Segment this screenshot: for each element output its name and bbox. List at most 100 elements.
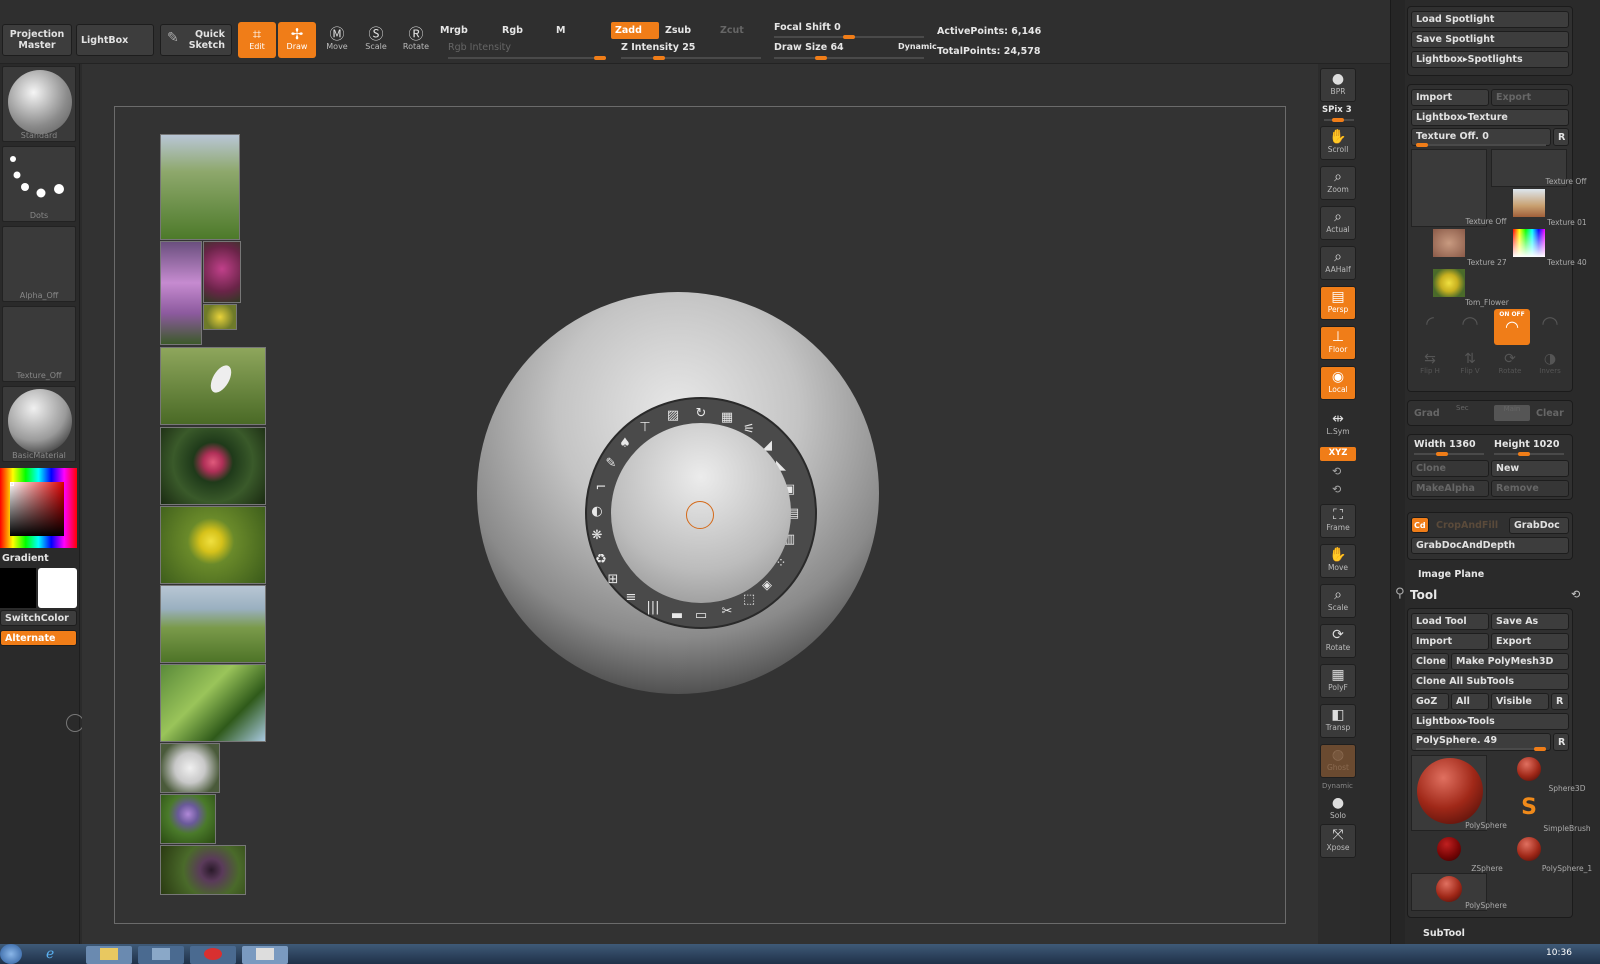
explorer-taskbar-button[interactable] — [86, 946, 132, 964]
lightbox-tools-button[interactable]: Lightbox▸Tools — [1411, 713, 1569, 730]
mrgb-button[interactable]: Mrgb — [440, 25, 468, 36]
polysphere-subtool-thumb[interactable]: PolySphere — [1411, 873, 1507, 911]
cd-toggle[interactable]: Cd — [1411, 517, 1429, 533]
width-slider[interactable] — [1414, 452, 1484, 456]
main-swatch[interactable]: Main — [1494, 405, 1530, 421]
frame-button[interactable]: ⛶ Frame — [1320, 504, 1356, 538]
height-label[interactable]: Height 1020 — [1494, 439, 1560, 450]
texture-invert-icon[interactable]: ◠ — [1454, 311, 1486, 343]
photo-buttercup[interactable] — [160, 506, 266, 584]
load-spotlight-button[interactable]: Load Spotlight — [1411, 11, 1569, 28]
photo-pink-flower[interactable] — [203, 241, 241, 303]
scale-button[interactable]: Ⓢ Scale — [357, 22, 395, 58]
zoom-button[interactable]: ⌕ Zoom — [1320, 166, 1356, 200]
width-label[interactable]: Width 1360 — [1414, 439, 1476, 450]
texture-off-slider[interactable]: Texture Off. 0 — [1411, 128, 1551, 147]
photo-yellow-small[interactable] — [203, 304, 237, 330]
tool-palette-title[interactable]: Tool — [1410, 588, 1437, 602]
ghost-button[interactable]: ◍ Ghost — [1320, 744, 1356, 778]
texture-01-thumb[interactable]: Texture 01 — [1491, 189, 1587, 227]
primary-color-swatch[interactable] — [38, 568, 77, 608]
goz-visible-button[interactable]: Visible — [1491, 693, 1549, 710]
photo-purple-flower[interactable] — [160, 794, 216, 844]
flip-h-button[interactable]: ⇆ Flip H — [1412, 351, 1448, 385]
texture-export-button[interactable]: Export — [1491, 89, 1569, 106]
projection-master-button[interactable]: Projection Master — [2, 24, 72, 56]
texture-r-button[interactable]: R — [1553, 128, 1569, 146]
tool-export-button[interactable]: Export — [1491, 633, 1569, 650]
polyf-button[interactable]: ▦ PolyF — [1320, 664, 1356, 698]
gradient-label[interactable]: Gradient — [2, 553, 49, 564]
rotate-view-button[interactable]: ⟳ Rotate — [1320, 624, 1356, 658]
make-alpha-button[interactable]: MakeAlpha — [1411, 480, 1489, 497]
polysphere-tool-thumb[interactable]: PolySphere — [1411, 755, 1507, 831]
move-view-button[interactable]: ✋ Move — [1320, 544, 1356, 578]
app-taskbar-button[interactable] — [138, 946, 184, 964]
clone-doc-button[interactable]: Clone — [1411, 460, 1489, 477]
z-intensity-slider[interactable] — [621, 56, 761, 60]
texture-27-thumb[interactable]: Texture 27 — [1411, 229, 1507, 267]
photo-meadow[interactable] — [160, 585, 266, 663]
photo-feather[interactable] — [160, 347, 266, 425]
tom-flower-thumb[interactable]: Tom_Flower — [1411, 269, 1509, 307]
rotate-z-icon[interactable]: ⟲ — [1332, 483, 1341, 496]
zbrush-taskbar-button[interactable] — [242, 946, 288, 964]
secondary-color-swatch[interactable] — [0, 568, 36, 608]
polysphere1-tool-thumb[interactable]: PolySphere_1 — [1491, 835, 1592, 873]
rotate-button[interactable]: Ⓡ Rotate — [397, 22, 435, 58]
solo-button[interactable]: ● Solo — [1320, 792, 1356, 826]
load-tool-button[interactable]: Load Tool — [1411, 613, 1489, 630]
subtool-header[interactable]: SubTool — [1423, 928, 1465, 939]
rotate-y-icon[interactable]: ⟲ — [1332, 465, 1341, 478]
grab-doc-button[interactable]: GrabDoc — [1509, 517, 1569, 534]
sphere3d-tool-thumb[interactable]: Sphere3D — [1491, 755, 1585, 793]
material-slot[interactable]: BasicMaterial — [2, 386, 76, 462]
texture-slot[interactable]: Texture_Off — [2, 306, 76, 382]
save-as-button[interactable]: Save As — [1491, 613, 1569, 630]
rgb-button[interactable]: Rgb — [502, 25, 523, 36]
lightbox-texture-button[interactable]: Lightbox▸Texture — [1411, 109, 1569, 126]
texture-off-large[interactable]: Texture Off — [1411, 149, 1506, 227]
color-picker[interactable] — [0, 468, 77, 548]
edit-button[interactable]: ⌗ Edit — [238, 22, 276, 58]
panel-scroll-gutter[interactable] — [1391, 0, 1405, 944]
transp-button[interactable]: ◧ Transp — [1320, 704, 1356, 738]
scroll-button[interactable]: ✋ Scroll — [1320, 126, 1356, 160]
goz-all-button[interactable]: All — [1451, 693, 1489, 710]
browser-icon[interactable]: ℯ — [46, 946, 70, 962]
goz-button[interactable]: GoZ — [1411, 693, 1449, 710]
rotate-texture-button[interactable]: ⟳ Rotate — [1492, 351, 1528, 385]
aahalf-button[interactable]: ⌕ AAHalf — [1320, 246, 1356, 280]
zcut-button[interactable]: Zcut — [720, 25, 744, 36]
texture-import-button[interactable]: Import — [1411, 89, 1489, 106]
simplebrush-tool-thumb[interactable]: S SimpleBrush — [1491, 795, 1591, 833]
scale-view-button[interactable]: ⌕ Scale — [1320, 584, 1356, 618]
spix-slider[interactable] — [1324, 118, 1354, 122]
texture-flip-icon[interactable]: ◜ — [1414, 311, 1446, 343]
xpose-button[interactable]: ⤧ Xpose — [1320, 824, 1356, 858]
remove-button[interactable]: Remove — [1491, 480, 1569, 497]
reset-icon[interactable]: ⟲ — [1571, 588, 1580, 601]
tool-import-button[interactable]: Import — [1411, 633, 1489, 650]
m-button[interactable]: M — [556, 25, 565, 36]
focal-shift-slider[interactable] — [774, 35, 924, 39]
save-spotlight-button[interactable]: Save Spotlight — [1411, 31, 1569, 48]
zadd-button[interactable]: Zadd — [611, 22, 659, 39]
texture-on-off-toggle[interactable]: ON OFF ◠ — [1494, 309, 1530, 345]
zsub-button[interactable]: Zsub — [665, 25, 691, 36]
spix-label[interactable]: SPix 3 — [1322, 105, 1352, 115]
texture-40-thumb[interactable]: Texture 40 — [1491, 229, 1587, 267]
tool-r-button[interactable]: R — [1553, 733, 1569, 751]
media-taskbar-button[interactable] — [190, 946, 236, 964]
bpr-button[interactable]: ● BPR — [1320, 68, 1356, 102]
color-square[interactable] — [10, 482, 64, 536]
photo-foxglove[interactable] — [160, 241, 202, 345]
xyz-button[interactable]: XYZ — [1320, 447, 1356, 461]
quick-sketch-button[interactable]: ✎ Quick Sketch — [160, 24, 232, 56]
lsym-button[interactable]: ⇹ L.Sym — [1320, 408, 1356, 442]
draw-size-slider[interactable] — [774, 56, 924, 60]
image-plane-header[interactable]: Image Plane — [1418, 569, 1484, 580]
lightbox-button[interactable]: LightBox — [76, 24, 154, 56]
stroke-slot[interactable]: Dots — [2, 146, 76, 222]
height-slider[interactable] — [1494, 452, 1564, 456]
